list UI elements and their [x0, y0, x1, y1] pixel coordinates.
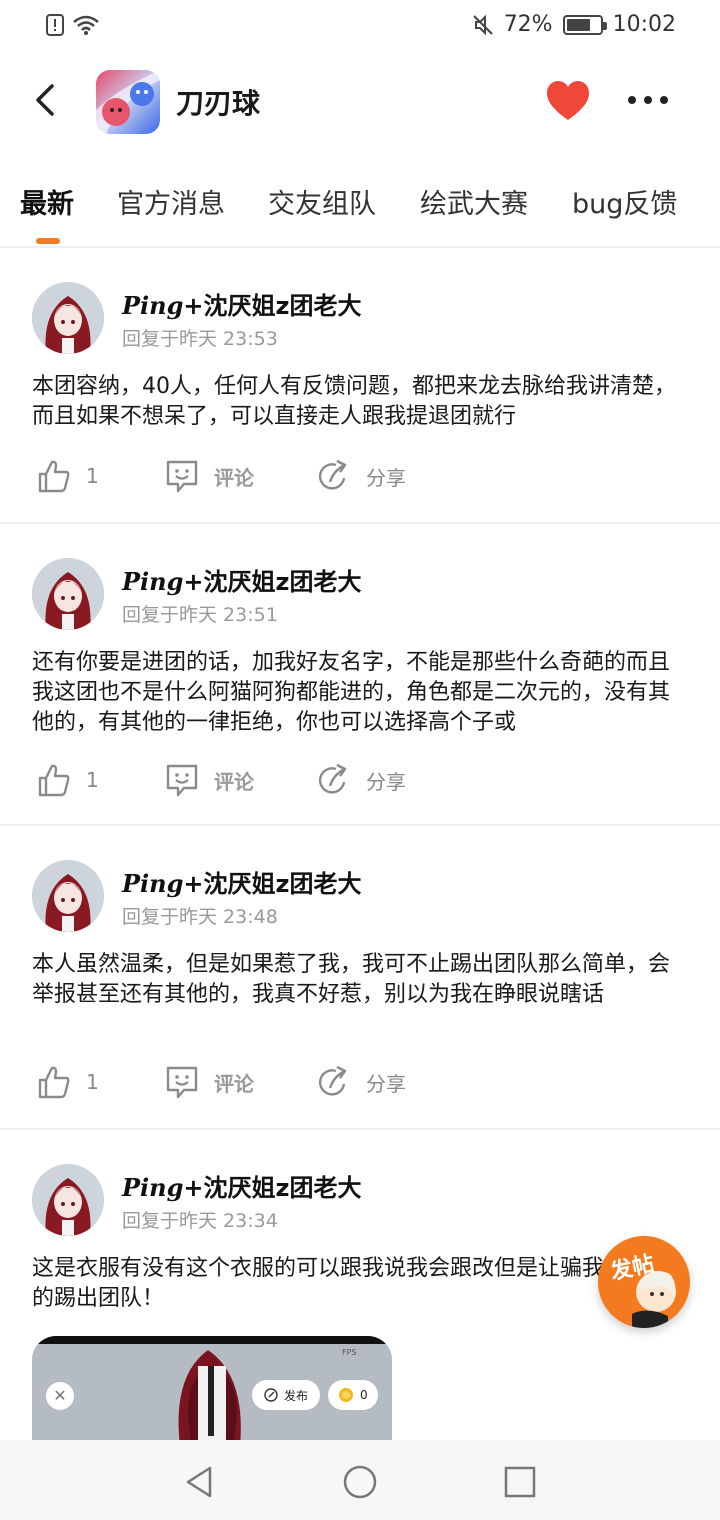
comment-icon: [166, 764, 198, 797]
author-name[interactable]: Ping+沈厌姐z团老大: [122, 562, 361, 597]
avatar[interactable]: [32, 558, 104, 630]
post-time: 回复于昨天 23:53: [122, 328, 278, 350]
post-item[interactable]: Ping+沈厌姐z团老大 回复于昨天 23:51 还有你要是进团的话，加我好友名…: [0, 526, 720, 826]
author-name[interactable]: Ping+沈厌姐z团老大: [122, 286, 361, 321]
tab-bug-report[interactable]: bug反馈: [572, 182, 677, 221]
share-icon: [318, 459, 347, 490]
nav-recents-icon[interactable]: [500, 1462, 540, 1502]
comment-label: 评论: [214, 769, 254, 794]
battery-icon: [562, 14, 607, 35]
header: 刀刃球: [0, 62, 720, 142]
new-post-button[interactable]: 发帖: [598, 1236, 690, 1328]
comment-button[interactable]: 评论: [164, 1064, 254, 1100]
post-content: 本人虽然温柔，但是如果惹了我，我可不止踢出团队那么简单，会举报甚至还有其他的，我…: [32, 952, 671, 1007]
clock: 10:02: [612, 12, 676, 37]
author-name[interactable]: Ping+沈厌姐z团老大: [122, 1168, 361, 1203]
comment-icon: [166, 460, 198, 493]
like-button[interactable]: 1: [36, 762, 99, 798]
share-label: 分享: [366, 1071, 406, 1096]
tab-team-up[interactable]: 交友组队: [268, 182, 376, 221]
post-actions: 1 评论 分享: [36, 762, 496, 802]
thumbs-up-icon: [38, 460, 70, 493]
mute-icon: [472, 14, 493, 35]
share-label: 分享: [366, 769, 406, 794]
share-button[interactable]: 分享: [316, 762, 406, 798]
like-button[interactable]: 1: [36, 458, 99, 494]
comment-label: 评论: [214, 1071, 254, 1096]
fps-label: FPS: [342, 1348, 357, 1357]
post-item[interactable]: Ping+沈厌姐z团老大 回复于昨天 23:48 本人虽然温柔，但是如果惹了我，…: [0, 828, 720, 1130]
post-item[interactable]: Ping+沈厌姐z团老大 回复于昨天 23:53 本团容纳，40人，任何人有反馈…: [0, 250, 720, 524]
post-time: 回复于昨天 23:51: [122, 604, 278, 626]
close-icon[interactable]: ✕: [46, 1382, 74, 1410]
system-nav-bar: [0, 1440, 720, 1520]
author-name[interactable]: Ping+沈厌姐z团老大: [122, 864, 361, 899]
heart-icon[interactable]: [546, 80, 590, 122]
app-icon[interactable]: [96, 70, 160, 134]
more-icon[interactable]: [626, 88, 670, 112]
tab-latest[interactable]: 最新: [20, 182, 74, 221]
avatar[interactable]: [32, 860, 104, 932]
comment-label: 评论: [214, 465, 254, 490]
share-label: 分享: [366, 465, 406, 490]
status-bar: 72% 10:02: [0, 0, 720, 56]
comment-icon: [166, 1066, 198, 1099]
share-button[interactable]: 分享: [316, 1064, 406, 1100]
coin-button[interactable]: 0: [328, 1380, 378, 1410]
battery-level: [566, 18, 590, 31]
post-content: 本团容纳，40人，任何人有反馈问题，都把来龙去脉给我讲清楚，而且如果不想呆了，可…: [32, 374, 676, 429]
avatar[interactable]: [32, 1164, 104, 1236]
post-content: 这是衣服有没有这个衣服的可以跟我说我会跟改但是让骗我的踢出团队！: [32, 1256, 605, 1311]
alert-icon: [46, 14, 64, 36]
edit-icon: [264, 1388, 278, 1402]
tab-official-news[interactable]: 官方消息: [117, 182, 225, 221]
share-icon: [318, 1065, 347, 1096]
avatar[interactable]: [32, 282, 104, 354]
share-icon: [318, 763, 347, 794]
like-count: 1: [86, 768, 99, 792]
wifi-icon: [73, 15, 99, 35]
back-icon[interactable]: [26, 78, 70, 122]
thumbs-up-icon: [38, 764, 70, 797]
like-count: 1: [86, 464, 99, 488]
battery-percent: 72%: [503, 12, 553, 37]
publish-button[interactable]: 发布: [252, 1380, 321, 1410]
share-button[interactable]: 分享: [316, 458, 406, 494]
like-count: 1: [86, 1070, 99, 1094]
coin-icon: [339, 1388, 353, 1402]
post-time: 回复于昨天 23:34: [122, 1210, 278, 1232]
post-time: 回复于昨天 23:48: [122, 906, 278, 928]
tab-bar: 最新 官方消息 交友组队 绘武大赛 bug反馈: [0, 168, 720, 248]
coin-count: 0: [360, 1388, 368, 1402]
like-button[interactable]: 1: [36, 1064, 99, 1100]
nav-home-icon[interactable]: [340, 1462, 380, 1502]
post-image[interactable]: FPS ✕ 发布 0: [32, 1336, 392, 1446]
thumbs-up-icon: [38, 1066, 70, 1099]
comment-button[interactable]: 评论: [164, 458, 254, 494]
page-title: 刀刃球: [176, 87, 261, 120]
tab-art-contest[interactable]: 绘武大赛: [420, 182, 528, 221]
tab-indicator: [36, 238, 60, 244]
publish-label: 发布: [284, 1388, 309, 1403]
comment-button[interactable]: 评论: [164, 762, 254, 798]
post-actions: 1 评论 分享: [36, 458, 496, 498]
post-actions: 1 评论 分享: [36, 1064, 496, 1104]
nav-back-icon[interactable]: [180, 1462, 220, 1502]
post-content: 还有你要是进团的话，加我好友名字，不能是那些什么奇葩的而且我这团也不是什么阿猫阿…: [32, 650, 671, 735]
